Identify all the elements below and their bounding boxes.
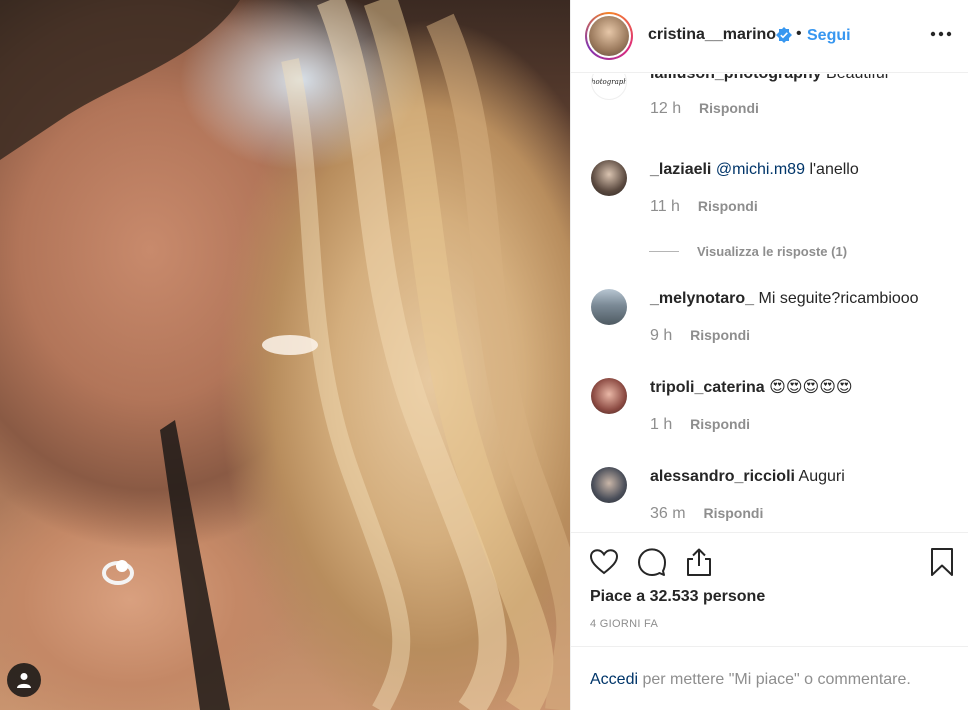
reply-button[interactable]: Rispondi [690, 416, 750, 432]
login-prompt-text: per mettere "Mi piace" o commentare. [638, 671, 911, 688]
comment-text: l'anello [809, 161, 859, 178]
comment-time[interactable]: 36 m [650, 505, 686, 522]
comment-username[interactable]: lailluson_photography [650, 74, 822, 82]
post-date[interactable]: 4 GIORNI FA [590, 618, 658, 630]
header-separator-dot: • [796, 25, 802, 42]
post-photo[interactable] [0, 0, 570, 710]
comment-time[interactable]: 9 h [650, 327, 672, 344]
reply-button[interactable]: Rispondi [698, 198, 758, 214]
comment-username[interactable]: alessandro_riccioli [650, 468, 795, 485]
comment-text: Beautiful [826, 74, 888, 82]
comment-avatar[interactable] [591, 378, 627, 414]
share-icon[interactable] [684, 547, 714, 577]
reply-button[interactable]: Rispondi [699, 100, 759, 116]
author-avatar[interactable] [585, 12, 633, 60]
comment-text: Mi seguite?ricambiooo [758, 290, 919, 307]
reply-button[interactable]: Rispondi [703, 505, 763, 521]
comment-username[interactable]: _laziaeli [650, 161, 711, 178]
comment-text: Auguri [798, 468, 845, 485]
comment-avatar[interactable] [591, 289, 627, 325]
view-replies-button[interactable]: Visualizza le risposte (1) [649, 244, 847, 259]
post-side-panel: cristina__marino • Segui Photography lai… [570, 0, 968, 710]
more-options-icon[interactable] [929, 22, 953, 46]
tagged-users-button[interactable] [7, 663, 41, 697]
comment-time[interactable]: 1 h [650, 416, 672, 433]
comments-list[interactable]: Photography lailluson_photography Beauti… [571, 74, 968, 532]
post-header: cristina__marino • Segui [571, 0, 968, 73]
reply-button[interactable]: Rispondi [690, 327, 750, 343]
user-tag-icon [17, 673, 31, 688]
comment-icon[interactable] [637, 547, 667, 577]
heart-icon[interactable] [589, 547, 619, 577]
comment-username[interactable]: tripoli_caterina [650, 379, 765, 396]
photo-hair-detail [0, 0, 570, 710]
comment-text: 😍😍😍😍😍 [769, 379, 853, 396]
follow-button[interactable]: Segui [807, 27, 851, 45]
post-actions-bar [571, 532, 968, 576]
comment-username[interactable]: _melynotaro_ [650, 290, 754, 307]
bookmark-icon[interactable] [927, 547, 957, 577]
login-link[interactable]: Accedi [590, 671, 638, 688]
author-username[interactable]: cristina__marino [648, 26, 776, 44]
likes-count[interactable]: Piace a 32.533 persone [590, 588, 765, 606]
comment-avatar[interactable]: Photography [591, 74, 627, 100]
replies-divider-line [649, 251, 679, 252]
comment-time[interactable]: 11 h [650, 198, 680, 215]
comment-avatar[interactable] [591, 160, 627, 196]
verified-badge-icon [776, 27, 792, 43]
login-prompt: Accedi per mettere "Mi piace" o commenta… [571, 646, 968, 710]
comment-time[interactable]: 12 h [650, 100, 681, 117]
comment-mention[interactable]: @michi.m89 [716, 161, 805, 178]
view-replies-label: Visualizza le risposte (1) [697, 244, 848, 259]
avatar-logo-text: Photography [591, 78, 626, 86]
comment-avatar[interactable] [591, 467, 627, 503]
